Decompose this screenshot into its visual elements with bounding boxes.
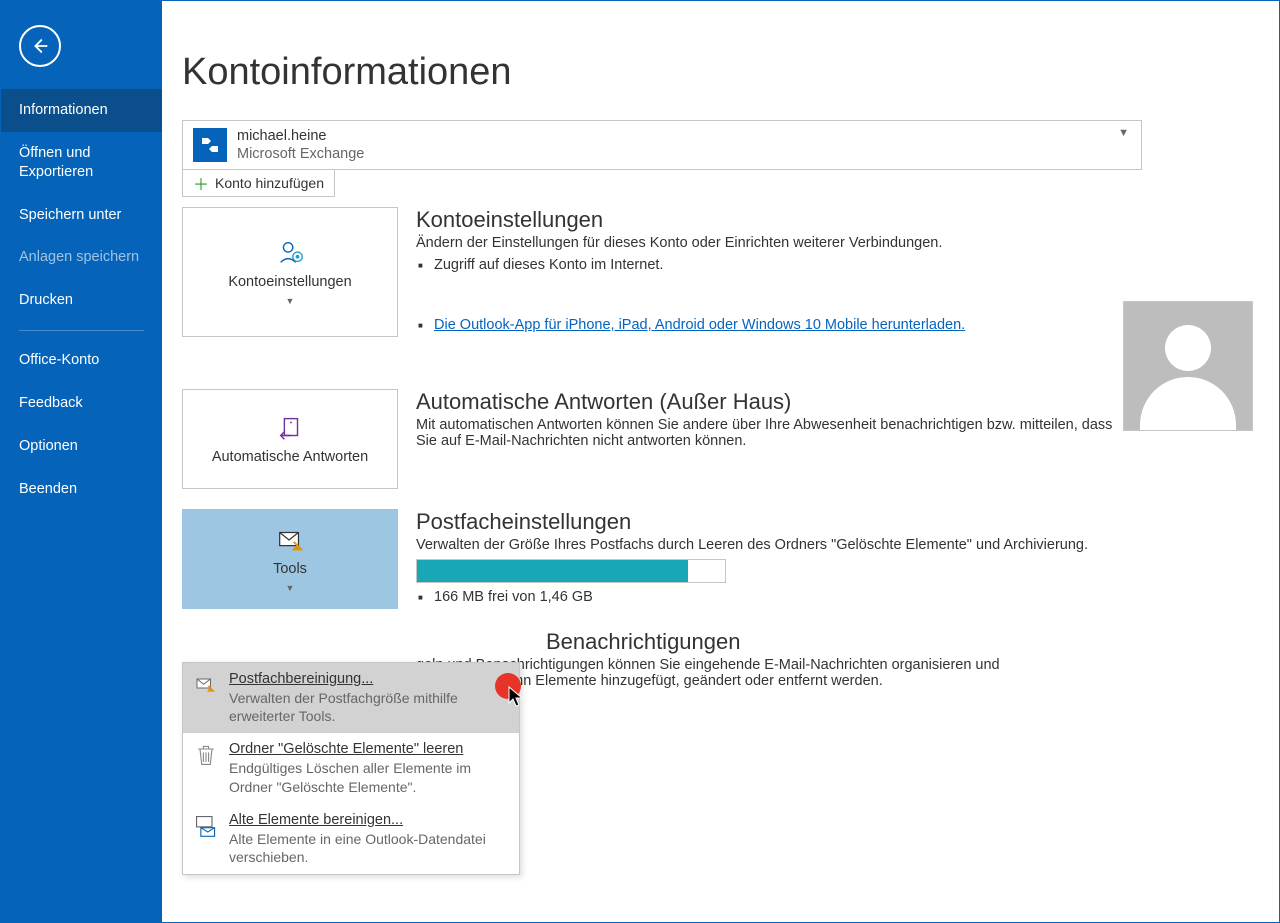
menu-empty-deleted[interactable]: Ordner "Gelöschte Elemente" leeren Endgü… <box>183 733 519 803</box>
usage-text: 166 MB frei von 1,46 GB <box>434 589 1259 605</box>
tile-auto-reply[interactable]: Automatische Antworten <box>182 389 398 489</box>
account-selector[interactable]: michael.heine Microsoft Exchange ▼ <box>182 120 1142 170</box>
nav-feedback[interactable]: Feedback <box>1 382 162 425</box>
nav--ffnen-und-exportieren[interactable]: Öffnen und Exportieren <box>1 132 162 194</box>
tools-dropdown-menu: Postfachbereinigung... Verwalten der Pos… <box>182 662 520 875</box>
mailbox-broom-icon <box>275 525 305 555</box>
chevron-down-icon: ▼ <box>286 296 295 306</box>
highlight-marker <box>495 673 521 699</box>
profile-avatar <box>1123 301 1253 431</box>
nav-drucken[interactable]: Drucken <box>1 279 162 322</box>
section-title: Kontoeinstellungen <box>416 207 1259 233</box>
nav-office-konto[interactable]: Office-Konto <box>1 339 162 382</box>
exchange-icon <box>193 128 227 162</box>
nav-speichern-unter[interactable]: Speichern unter <box>1 194 162 237</box>
auto-reply-icon <box>275 413 305 443</box>
plus-icon: ＋ <box>193 171 209 195</box>
mailbox-broom-icon <box>193 671 219 725</box>
person-gear-icon <box>275 238 305 268</box>
mailbox-usage-bar <box>416 559 726 583</box>
account-server: Microsoft Exchange <box>237 145 364 163</box>
dropdown-icon: ▼ <box>1118 127 1129 139</box>
download-app-link[interactable]: Die Outlook-App für iPhone, iPad, Androi… <box>434 317 965 333</box>
tile-account-settings[interactable]: Kontoeinstellungen ▼ <box>182 207 398 337</box>
archive-icon <box>193 812 219 866</box>
menu-archive-old[interactable]: Alte Elemente bereinigen... Alte Element… <box>183 804 519 874</box>
tile-tools[interactable]: Tools ▼ <box>182 509 398 609</box>
section-title: Postfacheinstellungen <box>416 509 1259 535</box>
nav-optionen[interactable]: Optionen <box>1 425 162 468</box>
section-title: Benachrichtigungen <box>546 629 1259 655</box>
trash-icon <box>193 741 219 795</box>
nav-informationen[interactable]: Informationen <box>1 89 162 132</box>
chevron-down-icon: ▼ <box>286 583 295 593</box>
nav-beenden[interactable]: Beenden <box>1 468 162 511</box>
nav-anlagen-speichern: Anlagen speichern <box>1 236 162 279</box>
sidebar: InformationenÖffnen und ExportierenSpeic… <box>1 1 162 922</box>
bullet-text: Zugriff auf dieses Konto im Internet. <box>434 257 1259 273</box>
menu-mailbox-cleanup[interactable]: Postfachbereinigung... Verwalten der Pos… <box>183 663 519 733</box>
add-account-button[interactable]: ＋Konto hinzufügen <box>182 169 335 197</box>
back-arrow-icon <box>29 35 51 57</box>
page-title: Kontoinformationen <box>182 51 1259 94</box>
account-user: michael.heine <box>237 127 364 145</box>
back-button[interactable] <box>19 25 61 67</box>
